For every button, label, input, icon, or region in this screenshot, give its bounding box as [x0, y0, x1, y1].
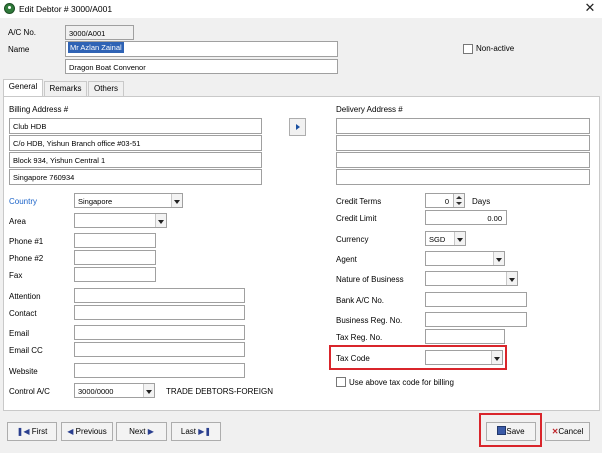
delivery-line-1[interactable]: [336, 118, 590, 134]
business-reg-field[interactable]: [425, 312, 527, 327]
agent-label: Agent: [336, 255, 357, 264]
billing-line-2[interactable]: C/o HDB, Yishun Branch office #03-51: [9, 135, 262, 151]
delivery-line-3[interactable]: [336, 152, 590, 168]
country-label: Country: [9, 197, 38, 206]
fax-label: Fax: [9, 271, 23, 280]
last-button[interactable]: Last ▶❚: [171, 422, 221, 441]
use-tax-code-checkbox[interactable]: [336, 377, 346, 387]
chevron-down-icon[interactable]: [155, 214, 166, 227]
website-field[interactable]: [74, 363, 245, 378]
next-label: Next: [129, 427, 146, 436]
credit-limit-label: Credit Limit: [336, 214, 377, 223]
non-active-checkbox[interactable]: [463, 44, 473, 54]
tax-reg-label: Tax Reg. No.: [336, 333, 383, 342]
spinner-icon[interactable]: [453, 194, 464, 207]
name-field[interactable]: Mr Azlan Zainal: [65, 41, 338, 57]
emailcc-field[interactable]: [74, 342, 245, 357]
name-line2-field[interactable]: Dragon Boat Convenor: [65, 59, 338, 74]
billing-line-4[interactable]: Singapore 760934: [9, 169, 262, 185]
last-icon: ▶❚: [198, 427, 212, 436]
phone2-field[interactable]: [74, 250, 156, 265]
tab-others[interactable]: Others: [88, 81, 124, 96]
first-label: First: [31, 427, 48, 436]
control-ac-description: TRADE DEBTORS-FOREIGN: [166, 387, 273, 396]
chevron-down-icon[interactable]: [454, 232, 465, 245]
country-select[interactable]: Singapore: [74, 193, 183, 208]
use-tax-code-label: Use above tax code for billing: [349, 378, 454, 387]
attention-label: Attention: [9, 292, 41, 301]
next-icon: ▶: [147, 427, 154, 436]
delivery-address-label: Delivery Address #: [336, 105, 403, 114]
cancel-button[interactable]: ✕Cancel: [545, 422, 590, 441]
chevron-down-icon[interactable]: [171, 194, 182, 207]
previous-label: Previous: [75, 427, 107, 436]
bank-ac-field[interactable]: [425, 292, 527, 307]
first-button[interactable]: ❚◀ First: [7, 422, 57, 441]
chevron-down-icon[interactable]: [493, 252, 504, 265]
days-label: Days: [472, 197, 491, 206]
app-icon: [4, 3, 15, 14]
billing-line-1[interactable]: Club HDB: [9, 118, 262, 134]
contact-field[interactable]: [74, 305, 245, 320]
business-reg-label: Business Reg. No.: [336, 316, 403, 325]
control-ac-value: 3000/0000: [78, 387, 114, 396]
close-icon[interactable]: ✕: [581, 0, 599, 16]
credit-terms-label: Credit Terms: [336, 197, 382, 206]
bank-ac-label: Bank A/C No.: [336, 296, 385, 305]
first-icon: ❚◀: [16, 427, 30, 436]
previous-button[interactable]: ◀ Previous: [61, 422, 113, 441]
ac-no-label: A/C No.: [8, 28, 37, 37]
area-label: Area: [9, 217, 26, 226]
name-selected-text: Mr Azlan Zainal: [68, 42, 124, 53]
billing-address-label: Billing Address #: [9, 105, 69, 114]
currency-select[interactable]: SGD: [425, 231, 466, 246]
area-select[interactable]: [74, 213, 167, 228]
country-value: Singapore: [78, 197, 113, 206]
nature-of-business-label: Nature of Business: [336, 275, 404, 284]
tab-general[interactable]: General: [3, 79, 43, 97]
email-field[interactable]: [74, 325, 245, 340]
agent-select[interactable]: [425, 251, 505, 266]
copy-arrow-icon[interactable]: [289, 118, 306, 136]
last-label: Last: [180, 427, 197, 436]
fax-field[interactable]: [74, 267, 156, 282]
emailcc-label: Email CC: [9, 346, 43, 355]
name-label: Name: [8, 45, 30, 54]
email-label: Email: [9, 329, 30, 338]
delivery-line-2[interactable]: [336, 135, 590, 151]
website-label: Website: [9, 367, 38, 376]
phone1-field[interactable]: [74, 233, 156, 248]
credit-terms-stepper[interactable]: 0: [425, 193, 465, 208]
save-highlight: [479, 413, 542, 447]
previous-icon: ◀: [67, 427, 74, 436]
non-active-label: Non-active: [476, 44, 515, 53]
ac-no-field[interactable]: 3000/A001: [65, 25, 134, 40]
tax-reg-field[interactable]: [425, 329, 505, 344]
control-ac-select[interactable]: 3000/0000: [74, 383, 155, 398]
control-ac-label: Control A/C: [9, 387, 50, 396]
window-title: Edit Debtor # 3000/A001: [19, 4, 113, 14]
title-bar: Edit Debtor # 3000/A001 ✕: [0, 0, 602, 18]
credit-limit-field[interactable]: 0.00: [425, 210, 507, 225]
tab-remarks[interactable]: Remarks: [44, 81, 87, 96]
contact-label: Contact: [9, 309, 37, 318]
next-button[interactable]: Next ▶: [116, 422, 167, 441]
chevron-down-icon[interactable]: [143, 384, 154, 397]
attention-field[interactable]: [74, 288, 245, 303]
phone1-label: Phone #1: [9, 237, 44, 246]
billing-line-3[interactable]: Block 934, Yishun Central 1: [9, 152, 262, 168]
currency-value: SGD: [429, 235, 446, 244]
tax-code-highlight: [329, 345, 507, 370]
credit-terms-value: 0: [444, 197, 449, 206]
delivery-line-4[interactable]: [336, 169, 590, 185]
nature-of-business-select[interactable]: [425, 271, 518, 286]
currency-label: Currency: [336, 235, 369, 244]
phone2-label: Phone #2: [9, 254, 44, 263]
chevron-down-icon[interactable]: [506, 272, 517, 285]
cancel-label: Cancel: [558, 427, 584, 436]
